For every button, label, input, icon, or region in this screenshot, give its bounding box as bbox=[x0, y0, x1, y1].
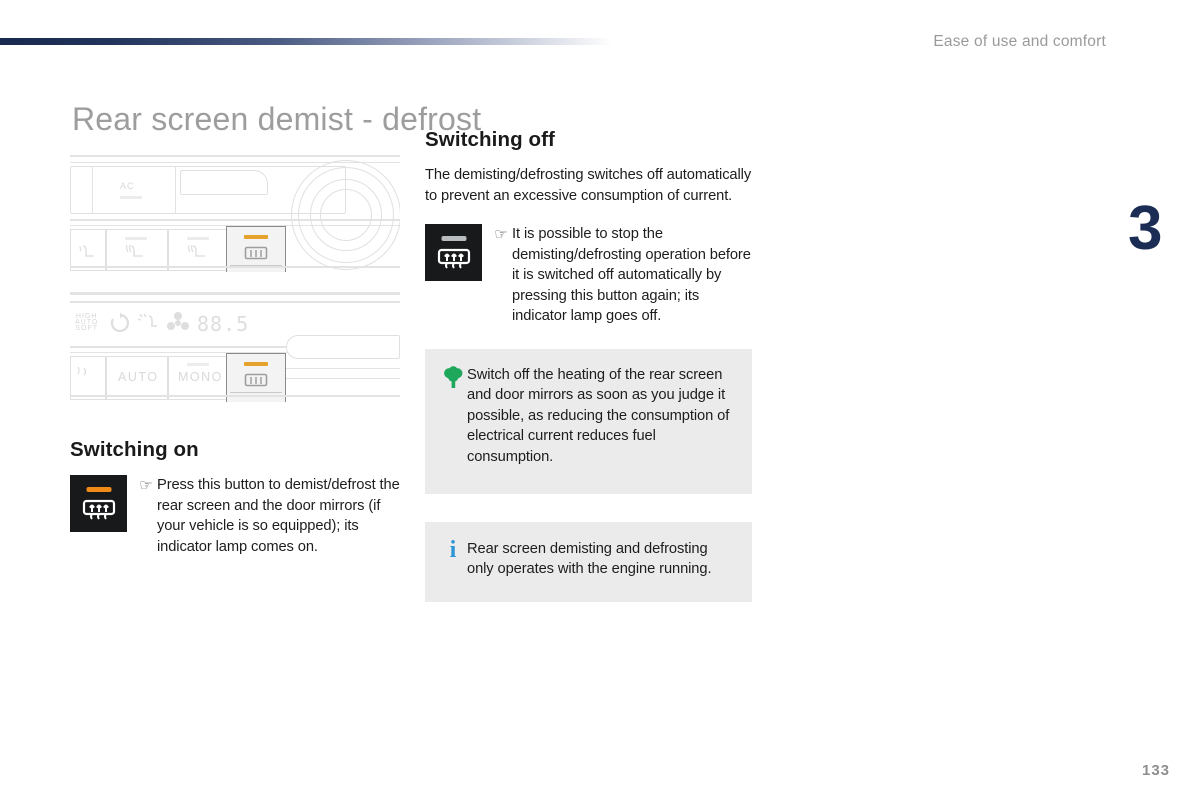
eco-tip-box: Switch off the heating of the rear scree… bbox=[425, 348, 752, 494]
info-icon-glyph: i bbox=[449, 536, 457, 563]
heading-switching-off: Switching off bbox=[425, 128, 555, 151]
recirculation-icon bbox=[110, 312, 129, 333]
chapter-number: 3 bbox=[1128, 194, 1162, 263]
illustration-label-auto: AUTO bbox=[118, 370, 159, 384]
rear-demist-button-icon-on[interactable] bbox=[70, 475, 127, 532]
section-label: Ease of use and comfort bbox=[933, 33, 1106, 50]
fan-icon bbox=[167, 312, 189, 330]
illustration-climate-panel-manual: AC bbox=[70, 150, 400, 272]
left-column: AC HIGH AUTO SOFT 88.5 AUTO MONO Switchi… bbox=[70, 150, 400, 557]
header-gradient-rule bbox=[0, 38, 612, 45]
rear-demist-icon bbox=[244, 373, 268, 387]
pointing-hand-icon: ☞ bbox=[139, 477, 153, 494]
switching-off-button-row: ☞ It is possible to stop the demisting/d… bbox=[425, 224, 753, 327]
illustration-label-mono: MONO bbox=[178, 370, 223, 384]
info-icon: i bbox=[439, 536, 467, 563]
heated-seat-icon bbox=[188, 244, 205, 257]
illustration-label-ac: AC bbox=[120, 181, 135, 191]
display-auto-indicator: HIGH AUTO SOFT bbox=[75, 313, 99, 332]
page-title: Rear screen demist - defrost bbox=[72, 101, 482, 138]
rear-demist-icon bbox=[82, 499, 115, 520]
pointing-hand-icon: ☞ bbox=[494, 226, 508, 243]
heading-switching-on: Switching on bbox=[70, 438, 199, 461]
heated-seat-icon bbox=[126, 244, 143, 257]
switching-on-instruction: Press this button to demist/defrost the … bbox=[157, 477, 400, 555]
heated-seat-icon bbox=[79, 245, 94, 257]
tree-icon bbox=[439, 365, 467, 390]
switching-on-button-row: ☞ Press this button to demist/defrost th… bbox=[70, 475, 400, 557]
rear-demist-icon bbox=[437, 248, 470, 269]
right-column: Switching off The demisting/defrosting s… bbox=[425, 128, 753, 602]
switching-off-paragraph: The demisting/defrosting switches off au… bbox=[425, 167, 752, 204]
indicator-lamp bbox=[244, 235, 268, 239]
info-tip-text: Rear screen demisting and defrosting onl… bbox=[467, 540, 712, 578]
air-distribution-icon bbox=[137, 313, 157, 327]
switching-off-instruction: It is possible to stop the demisting/def… bbox=[512, 226, 751, 324]
rear-demist-icon bbox=[244, 246, 268, 260]
rear-demist-button-icon-off[interactable] bbox=[425, 224, 482, 281]
indicator-lamp-off bbox=[441, 236, 466, 241]
indicator-lamp bbox=[244, 362, 268, 366]
demist-front-icon bbox=[77, 366, 87, 376]
indicator-lamp-on bbox=[86, 487, 111, 492]
display-temperature: 88.5 bbox=[197, 312, 250, 336]
info-tip-box: i Rear screen demisting and defrosting o… bbox=[425, 521, 752, 602]
page-number: 133 bbox=[1142, 762, 1171, 779]
eco-tip-text: Switch off the heating of the rear scree… bbox=[467, 366, 730, 465]
illustration-climate-panel-automatic: HIGH AUTO SOFT 88.5 AUTO MONO bbox=[70, 290, 400, 402]
